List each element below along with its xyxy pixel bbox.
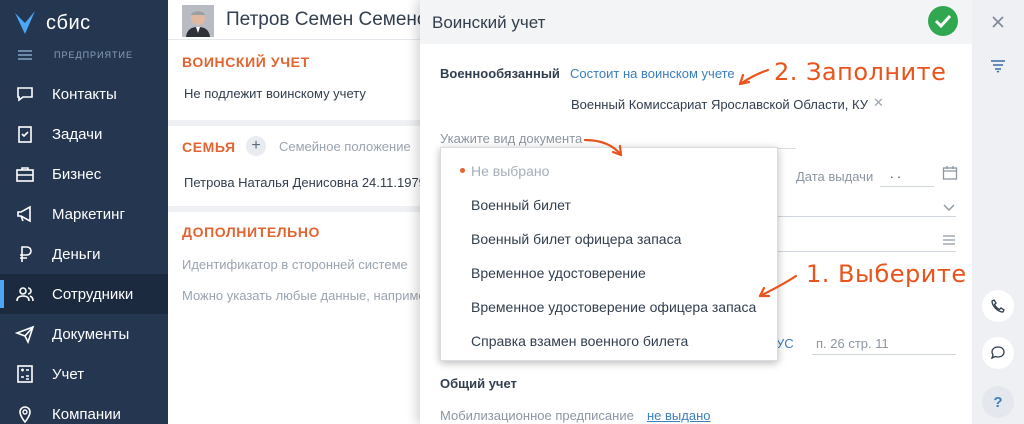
issue-date-input[interactable]: . . — [890, 166, 901, 181]
annotation-step-2: 2. Заполните — [774, 58, 947, 86]
liable-label: Военнообязанный — [440, 66, 560, 81]
phone-icon — [991, 299, 1005, 313]
panel-header: Воинский учет — [420, 0, 972, 44]
confirm-button[interactable] — [928, 6, 958, 36]
brand-logo[interactable]: сбис — [14, 10, 91, 36]
sbis-logo-icon — [15, 11, 35, 34]
nav-label: Маркетинг — [52, 205, 125, 223]
panel-title: Воинский учет — [432, 13, 546, 32]
liable-status-link[interactable]: Состоит на воинском учете — [570, 66, 735, 81]
chat-bubble-icon — [990, 346, 1005, 360]
nav-item-documents[interactable]: Документы — [0, 314, 168, 354]
commissariat-value[interactable]: Военный Комиссариат Ярославской Области,… — [571, 97, 868, 112]
chevron-down-icon[interactable] — [942, 199, 956, 217]
nav-item-business[interactable]: Бизнес — [0, 154, 168, 194]
doc-type-placeholder[interactable]: Укажите вид документа — [440, 131, 582, 146]
company-switcher[interactable]: ПРЕДПРИЯТИЕ — [18, 50, 133, 60]
military-status[interactable]: Не подлежит воинскому учету — [184, 86, 366, 101]
calculator-icon — [14, 363, 36, 385]
nav-item-money[interactable]: Деньги — [0, 234, 168, 274]
dropdown-option[interactable]: Военный билет офицера запаса — [471, 231, 681, 247]
right-rail: ? — [972, 0, 1024, 424]
filter-lines-icon — [991, 60, 1005, 73]
ruble-icon — [14, 243, 36, 265]
vus-underline — [812, 354, 956, 355]
sidebar: сбис ПРЕДПРИЯТИЕ Контакты Задачи Бизнес — [0, 0, 168, 424]
section-title-extra: ДОПОЛНИТЕЛЬНО — [182, 224, 321, 240]
checklist-icon — [14, 123, 36, 145]
company-name: ПРЕДПРИЯТИЕ — [54, 50, 133, 60]
family-status-hint[interactable]: Семейное положение — [279, 139, 411, 154]
nav-item-tasks[interactable]: Задачи — [0, 114, 168, 154]
location-pin-icon — [14, 403, 36, 424]
checkmark-icon — [934, 14, 952, 29]
nav-label: Бизнес — [52, 165, 102, 183]
vus-label: УС — [776, 336, 794, 351]
brand-name: сбис — [46, 11, 91, 34]
main-nav: Контакты Задачи Бизнес Маркетинг Деньги — [0, 74, 168, 424]
dropdown-option[interactable]: Не выбрано — [471, 163, 549, 179]
dropdown-option[interactable]: Военный билет — [471, 197, 571, 213]
mobilization-label: Мобилизационное предписание — [440, 408, 634, 423]
section-title-family: СЕМЬЯ — [182, 139, 236, 155]
briefcase-icon — [14, 163, 36, 185]
people-icon — [14, 283, 36, 305]
selected-marker-icon — [460, 168, 465, 173]
nav-label: Деньги — [52, 245, 101, 263]
nav-item-employees[interactable]: Сотрудники — [0, 274, 168, 314]
nav-item-companies[interactable]: Компании — [0, 394, 168, 424]
extra-data-field[interactable]: Можно указать любые данные, например — [182, 288, 433, 303]
annotation-step-1: 1. Выберите — [806, 260, 967, 288]
mobilization-link[interactable]: не выдано — [647, 408, 711, 423]
external-id-field[interactable]: Идентификатор в сторонней системе — [182, 257, 408, 272]
family-member[interactable]: Петрова Наталья Денисовна 24.11.1979 — [184, 175, 426, 190]
dropdown-option[interactable]: Справка взамен военного билета — [471, 333, 688, 349]
dropdown-option[interactable]: Временное удостоверение — [471, 265, 646, 281]
nav-label: Документы — [52, 325, 130, 343]
issue-date-label: Дата выдачи — [796, 169, 874, 184]
nav-label: Контакты — [52, 85, 117, 103]
issue-date-underline — [880, 186, 934, 187]
nav-label: Задачи — [52, 125, 103, 143]
clear-icon[interactable]: ✕ — [873, 95, 884, 111]
nav-item-accounting[interactable]: Учет — [0, 354, 168, 394]
vus-input[interactable]: п. 26 стр. 11 — [816, 336, 889, 351]
nav-label: Сотрудники — [52, 285, 134, 303]
employee-header: Петров Семен Семенович — [168, 0, 458, 40]
chat-bubble-icon — [14, 83, 36, 105]
field-underline — [778, 251, 956, 252]
general-record-label: Общий учет — [440, 376, 517, 391]
nav-label: Учет — [52, 365, 85, 383]
avatar[interactable] — [182, 5, 214, 37]
close-button[interactable] — [982, 6, 1014, 38]
nav-item-marketing[interactable]: Маркетинг — [0, 194, 168, 234]
filter-button[interactable] — [982, 50, 1014, 82]
doc-type-dropdown: Не выбрано Военный билет Военный билет о… — [440, 147, 778, 361]
chat-button[interactable] — [982, 337, 1014, 369]
section-divider — [168, 206, 420, 212]
list-icon[interactable] — [942, 233, 956, 251]
help-button[interactable]: ? — [982, 386, 1014, 418]
nav-item-contacts[interactable]: Контакты — [0, 74, 168, 114]
field-underline — [778, 216, 956, 217]
section-title-military: ВОИНСКИЙ УЧЕТ — [182, 54, 310, 70]
add-family-button[interactable]: + — [246, 136, 266, 156]
employee-card: Петров Семен Семенович ВОИНСКИЙ УЧЕТ Не … — [168, 0, 458, 424]
close-icon — [992, 16, 1004, 28]
section-divider — [168, 120, 420, 126]
dropdown-option[interactable]: Временное удостоверение офицера запаса — [471, 299, 756, 315]
menu-icon[interactable] — [18, 50, 32, 60]
megaphone-icon — [14, 203, 36, 225]
nav-label: Компании — [52, 405, 121, 423]
call-button[interactable] — [982, 290, 1014, 322]
calendar-icon[interactable] — [942, 165, 958, 186]
paper-plane-icon — [14, 323, 36, 345]
